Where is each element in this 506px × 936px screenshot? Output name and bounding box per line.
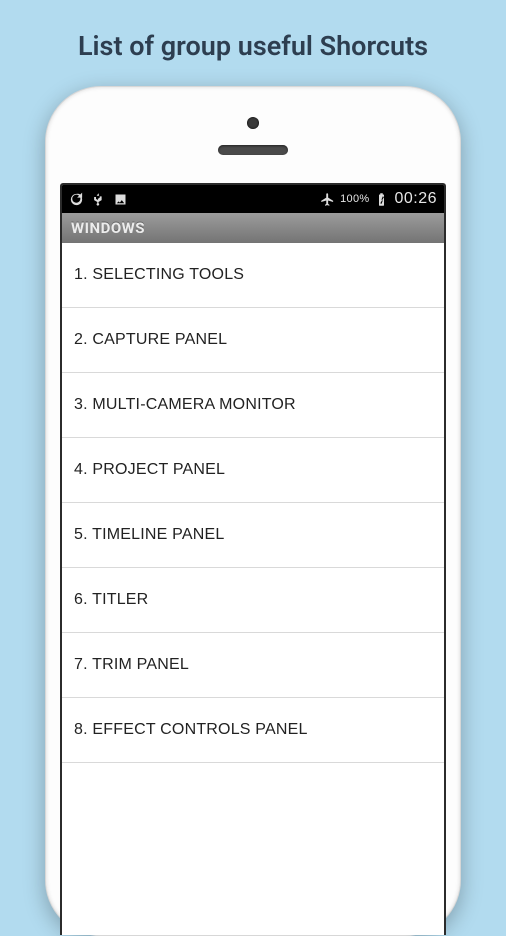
battery-charging-icon xyxy=(374,192,389,207)
status-bar: 100% 00:26 xyxy=(62,185,444,213)
list-item[interactable]: 4. PROJECT PANEL xyxy=(62,438,444,503)
battery-percent: 100% xyxy=(340,193,369,205)
clock: 00:26 xyxy=(394,190,437,208)
phone-camera xyxy=(247,117,259,129)
page-title: List of group useful Shorcuts xyxy=(0,0,506,86)
airplane-icon xyxy=(320,192,335,207)
phone-speaker xyxy=(218,145,288,155)
list-item[interactable]: 5. TIMELINE PANEL xyxy=(62,503,444,568)
sync-icon xyxy=(69,192,84,207)
list-item[interactable]: 2. CAPTURE PANEL xyxy=(62,308,444,373)
image-icon xyxy=(113,192,128,207)
phone-frame: 100% 00:26 WINDOWS 1. SELECTING TOOLS 2.… xyxy=(45,86,461,936)
usb-icon xyxy=(91,192,106,207)
shortcut-list[interactable]: 1. SELECTING TOOLS 2. CAPTURE PANEL 3. M… xyxy=(62,243,444,935)
list-item[interactable]: 3. MULTI-CAMERA MONITOR xyxy=(62,373,444,438)
list-item[interactable]: 7. TRIM PANEL xyxy=(62,633,444,698)
list-item[interactable]: 1. SELECTING TOOLS xyxy=(62,243,444,308)
phone-screen: 100% 00:26 WINDOWS 1. SELECTING TOOLS 2.… xyxy=(60,183,446,935)
list-item[interactable]: 8. EFFECT CONTROLS PANEL xyxy=(62,698,444,763)
section-header: WINDOWS xyxy=(62,213,444,243)
list-item[interactable]: 6. TITLER xyxy=(62,568,444,633)
